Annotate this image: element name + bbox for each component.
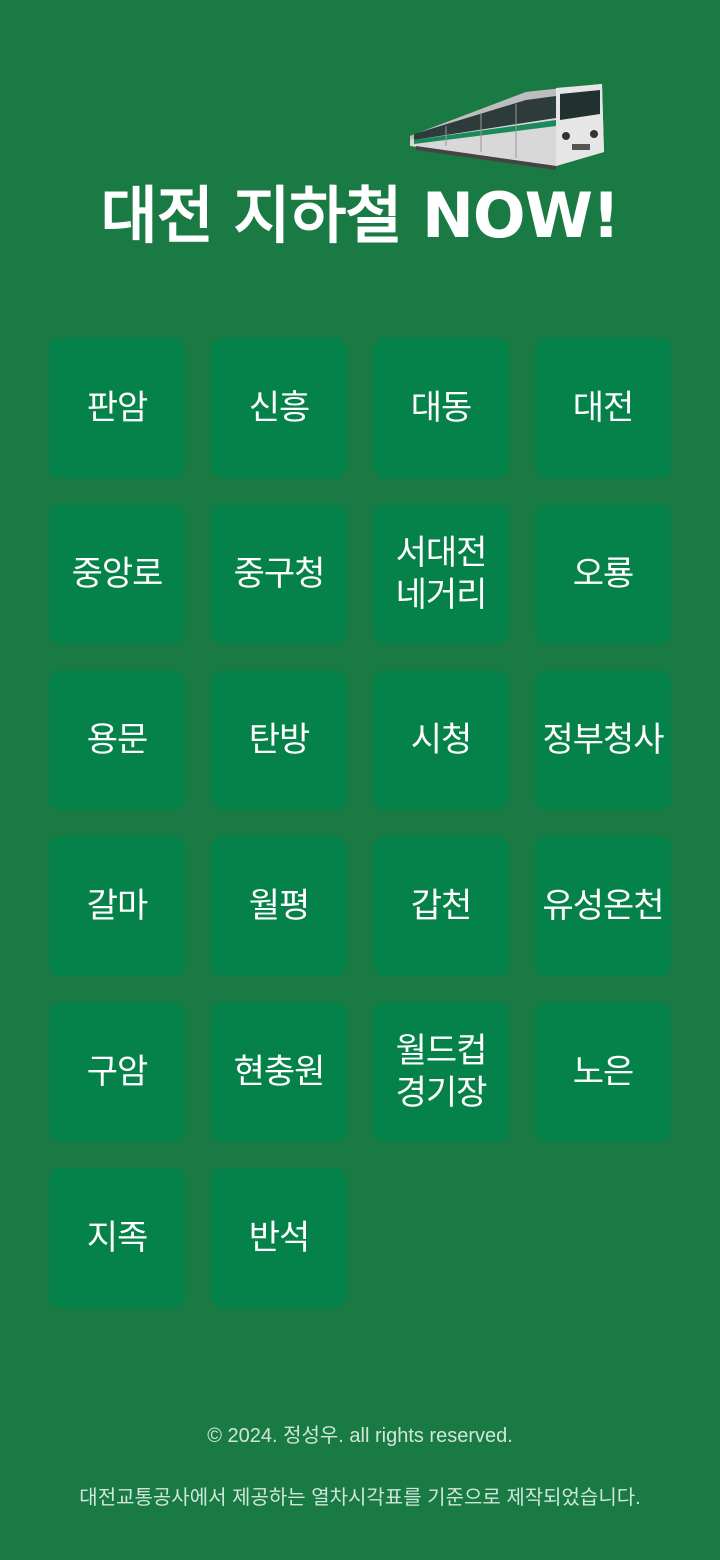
station-label: 용문 xyxy=(86,720,149,760)
station-button[interactable]: 갈마 xyxy=(49,836,185,976)
station-button[interactable]: 월평 xyxy=(211,836,347,976)
station-button[interactable]: 구암 xyxy=(49,1002,185,1142)
station-label: 현충원 xyxy=(233,1052,326,1092)
station-button[interactable]: 대전 xyxy=(535,338,671,478)
station-label: 서대전 네거리 xyxy=(395,533,488,615)
station-button[interactable]: 용문 xyxy=(49,670,185,810)
station-label: 노은 xyxy=(572,1052,635,1092)
station-button[interactable]: 판암 xyxy=(49,338,185,478)
station-button[interactable]: 유성온천 xyxy=(535,836,671,976)
station-label: 판암 xyxy=(86,388,149,428)
station-label: 신흥 xyxy=(248,388,311,428)
station-label: 오룡 xyxy=(572,554,635,594)
station-label: 갈마 xyxy=(86,886,149,926)
station-button[interactable]: 노은 xyxy=(535,1002,671,1142)
station-label: 지족 xyxy=(86,1218,149,1258)
station-label: 유성온천 xyxy=(542,886,664,926)
station-button[interactable]: 시청 xyxy=(373,670,509,810)
station-button[interactable]: 갑천 xyxy=(373,836,509,976)
station-label: 대전 xyxy=(572,388,635,428)
subway-train-icon xyxy=(410,84,604,170)
station-label: 중구청 xyxy=(233,554,326,594)
header: 대전 지하철 NOW! xyxy=(0,0,720,300)
station-button[interactable]: 월드컵 경기장 xyxy=(373,1002,509,1142)
station-button[interactable]: 정부청사 xyxy=(535,670,671,810)
station-button[interactable]: 대동 xyxy=(373,338,509,478)
station-label: 월드컵 경기장 xyxy=(395,1031,488,1113)
station-button[interactable]: 반석 xyxy=(211,1168,347,1308)
station-button[interactable]: 중구청 xyxy=(211,504,347,644)
station-label: 탄방 xyxy=(248,720,311,760)
station-label: 시청 xyxy=(410,720,473,760)
station-label: 월평 xyxy=(248,886,311,926)
station-label: 정부청사 xyxy=(542,720,664,760)
station-button[interactable]: 신흥 xyxy=(211,338,347,478)
station-label: 구암 xyxy=(86,1052,149,1092)
station-label: 갑천 xyxy=(410,886,473,926)
station-label: 반석 xyxy=(248,1218,311,1258)
station-button[interactable]: 서대전 네거리 xyxy=(373,504,509,644)
station-button[interactable]: 중앙로 xyxy=(49,504,185,644)
data-source-notice: 대전교통공사에서 제공하는 열차시각표를 기준으로 제작되었습니다. xyxy=(79,1487,641,1509)
station-grid: 판암 신흥 대동 대전 중앙로 중구청 서대전 네거리 오룡 용문 탄방 시청 … xyxy=(49,338,671,1308)
station-button[interactable]: 오룡 xyxy=(535,504,671,644)
copyright-text: © 2024. 정성우. all rights reserved. xyxy=(207,1425,513,1447)
station-button[interactable]: 지족 xyxy=(49,1168,185,1308)
station-label: 대동 xyxy=(410,388,473,428)
page-title: 대전 지하철 NOW! xyxy=(100,179,621,252)
station-label: 중앙로 xyxy=(71,554,164,594)
station-button[interactable]: 탄방 xyxy=(211,670,347,810)
station-button[interactable]: 현충원 xyxy=(211,1002,347,1142)
